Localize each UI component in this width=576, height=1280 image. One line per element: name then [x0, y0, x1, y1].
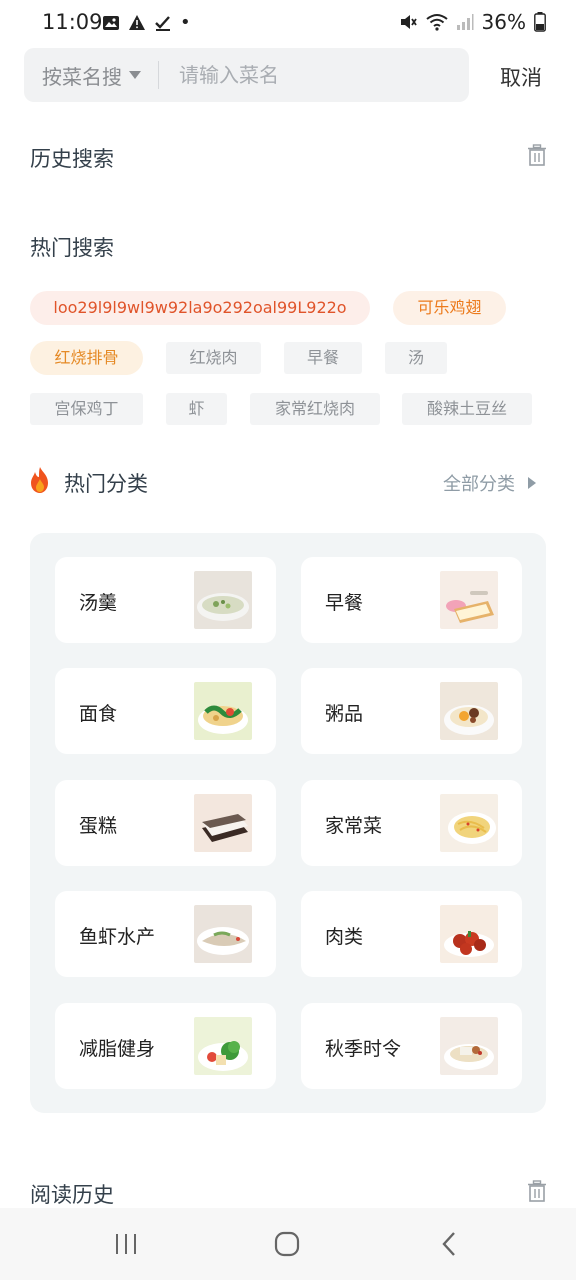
category-thumb-cake — [194, 794, 252, 852]
hot-tag[interactable]: loo29l9l9wl9w92la9o292oal99L922o — [30, 291, 370, 325]
hot-tag[interactable]: 酸辣土豆丝 — [402, 393, 532, 425]
battery-percent: 36% — [481, 10, 526, 34]
category-card-soup[interactable]: 汤羹 — [55, 557, 276, 643]
fire-icon — [31, 467, 48, 493]
hot-tag[interactable]: 家常红烧肉 — [250, 393, 380, 425]
triangle-down-icon — [129, 71, 141, 79]
image-icon — [103, 15, 119, 30]
category-thumb-autumn — [440, 1017, 498, 1075]
cancel-button[interactable]: 取消 — [500, 62, 542, 92]
status-time: 11:09 — [42, 10, 103, 34]
history-title: 历史搜索 — [30, 147, 114, 171]
hot-search-title: 热门搜索 — [30, 236, 114, 260]
hot-tag[interactable]: 宫保鸡丁 — [30, 393, 143, 425]
home-icon[interactable] — [274, 1231, 300, 1257]
signal-icon — [456, 14, 474, 30]
category-thumb-homestyle — [440, 794, 498, 852]
search-divider — [158, 61, 159, 89]
wifi-icon — [425, 14, 448, 31]
battery-icon — [534, 12, 546, 32]
category-thumb-noodles — [194, 682, 252, 740]
triangle-right-icon — [528, 477, 536, 489]
hot-tag[interactable]: 红烧肉 — [166, 342, 261, 374]
category-label: 减脂健身 — [79, 1038, 156, 1060]
back-icon[interactable] — [440, 1231, 458, 1257]
warning-icon — [129, 14, 145, 30]
status-right: 36% — [398, 10, 546, 34]
dot-icon: • — [180, 12, 191, 33]
all-categories-label: 全部分类 — [443, 474, 515, 495]
hot-tag[interactable]: 可乐鸡翅 — [393, 291, 506, 325]
hot-tag[interactable]: 虾 — [166, 393, 227, 425]
category-label: 早餐 — [325, 592, 364, 614]
category-thumb-soup — [194, 571, 252, 629]
delete-history-icon[interactable] — [527, 144, 547, 166]
category-card-homestyle[interactable]: 家常菜 — [301, 780, 522, 866]
category-label: 秋季时令 — [325, 1038, 402, 1060]
category-card-noodles[interactable]: 面食 — [55, 668, 276, 754]
mute-icon — [400, 15, 417, 29]
category-label: 粥品 — [325, 703, 364, 725]
category-thumb-seafood — [194, 905, 252, 963]
reading-history-title: 阅读历史 — [30, 1183, 114, 1207]
system-nav-bar — [0, 1208, 576, 1280]
search-input[interactable] — [177, 62, 441, 88]
category-thumb-breakfast — [440, 571, 498, 629]
category-label: 鱼虾水产 — [79, 926, 156, 948]
download-done-icon — [155, 15, 170, 31]
all-categories-link[interactable]: 全部分类 — [443, 470, 537, 496]
notification-icons: • — [102, 12, 191, 33]
category-card-fitness[interactable]: 减脂健身 — [55, 1003, 276, 1089]
search-mode-label: 按菜名搜 — [42, 64, 122, 89]
category-card-autumn[interactable]: 秋季时令 — [301, 1003, 522, 1089]
category-thumb-meat — [440, 905, 498, 963]
recent-apps-icon[interactable] — [113, 1232, 139, 1256]
category-card-meat[interactable]: 肉类 — [301, 891, 522, 977]
category-label: 汤羹 — [79, 592, 118, 614]
category-card-breakfast[interactable]: 早餐 — [301, 557, 522, 643]
search-bar: 按菜名搜 — [24, 48, 469, 102]
category-label: 肉类 — [325, 926, 364, 948]
search-mode-dropdown[interactable]: 按菜名搜 — [42, 61, 142, 90]
hot-tag[interactable]: 汤 — [385, 342, 447, 374]
category-label: 蛋糕 — [79, 815, 118, 837]
category-thumb-porridge — [440, 682, 498, 740]
hot-categories-title: 热门分类 — [64, 472, 148, 496]
category-label: 面食 — [79, 703, 118, 725]
category-card-cake[interactable]: 蛋糕 — [55, 780, 276, 866]
category-thumb-fitness — [194, 1017, 252, 1075]
category-label: 家常菜 — [325, 815, 383, 837]
hot-tag[interactable]: 早餐 — [284, 342, 362, 374]
category-card-porridge[interactable]: 粥品 — [301, 668, 522, 754]
hot-tag[interactable]: 红烧排骨 — [30, 341, 143, 375]
category-card-seafood[interactable]: 鱼虾水产 — [55, 891, 276, 977]
delete-reading-history-icon[interactable] — [527, 1180, 547, 1202]
